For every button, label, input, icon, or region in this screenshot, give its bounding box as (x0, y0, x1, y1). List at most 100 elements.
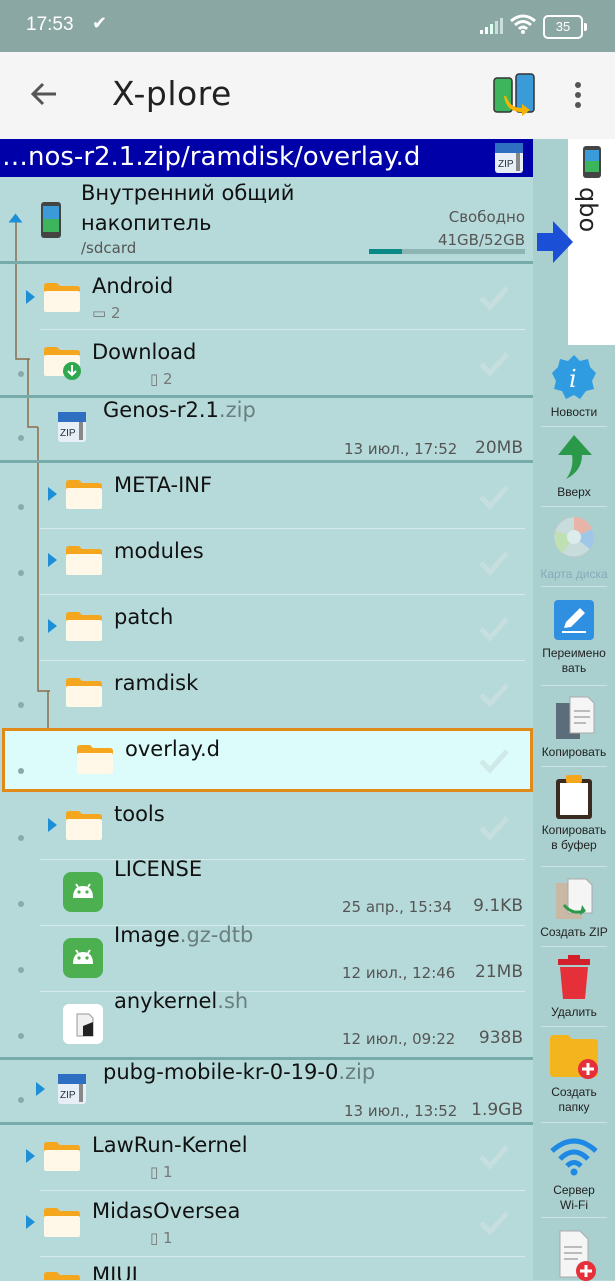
folder-row-meta-inf[interactable]: META-INF (0, 463, 533, 529)
tool-new-file[interactable] (533, 1225, 615, 1281)
dual-pane-icon[interactable] (492, 72, 536, 120)
archive-row-pubg[interactable]: ZIP pubg-mobile-kr-0-19-0.zip 13 июл., 1… (0, 1060, 533, 1122)
folder-icon (44, 1272, 80, 1280)
tool-up[interactable]: Вверх (533, 431, 615, 505)
tool-delete[interactable]: Удалить (533, 951, 615, 1025)
expand-arrow-icon[interactable] (36, 1082, 45, 1096)
item-size: 938B (478, 1028, 523, 1048)
tool-separator (541, 866, 607, 867)
item-name: META-INF (114, 473, 213, 497)
item-size: 1.9GB (471, 1100, 523, 1120)
wifi-server-icon (550, 1138, 598, 1176)
item-date: 25 апр., 15:34 (342, 898, 452, 916)
current-path: …nos-r2.1.zip/ramdisk/overlay.d (2, 142, 421, 172)
item-name: patch (114, 605, 174, 629)
battery-indicator: 35 (543, 15, 587, 39)
tool-copy[interactable]: Копировать (533, 691, 615, 765)
checkmark-icon[interactable] (477, 280, 511, 314)
tool-separator (541, 1217, 607, 1218)
item-name: modules (114, 539, 204, 563)
leaf-dot (18, 371, 24, 377)
tool-separator (541, 1026, 607, 1027)
tool-label: Копировать в буфер (541, 823, 607, 852)
tool-label: Сервер Wi-Fi (553, 1183, 595, 1212)
item-name: anykernel.sh (114, 989, 249, 1013)
folder-row-midasoversea[interactable]: MidasOversea ▯ 1 (0, 1191, 533, 1257)
up-arrow-icon (558, 435, 592, 479)
tool-label: Создать папку (551, 1085, 597, 1114)
item-name: Download (92, 340, 197, 364)
expand-arrow-icon[interactable] (48, 619, 57, 633)
storage-path: /sdcard (81, 239, 137, 257)
folder-row-modules[interactable]: modules (0, 529, 533, 595)
more-menu-icon[interactable] (568, 80, 588, 110)
folder-row-ramdisk[interactable]: ramdisk (0, 661, 533, 727)
checkmark-icon[interactable] (477, 611, 511, 645)
leaf-dot (18, 504, 24, 510)
checkmark-icon[interactable] (477, 346, 511, 380)
android-file-icon (63, 872, 103, 912)
file-row-image[interactable]: Image.gz-dtb 12 июл., 12:46 21MB (0, 923, 533, 992)
app-title: X-plore (112, 74, 232, 113)
file-row-license[interactable]: LICENSE 25 апр., 15:34 9.1KB (0, 857, 533, 926)
storage-row[interactable]: Внутренний общий накопитель /sdcard Своб… (0, 177, 533, 261)
leaf-dot (18, 702, 24, 708)
leaf-dot (18, 901, 24, 907)
expand-arrow-icon[interactable] (48, 487, 57, 501)
item-name: Genos-r2.1.zip (103, 398, 256, 422)
expand-arrow-icon[interactable] (48, 818, 57, 832)
storage-usage-bar (369, 249, 525, 254)
tool-label: Создать ZIP (540, 925, 608, 939)
item-count: ▯ 1 (150, 1163, 173, 1181)
file-row-anykernel[interactable]: anykernel.sh 12 июл., 09:22 938B (0, 989, 533, 1058)
tool-rename[interactable]: Переимено вать (533, 594, 615, 684)
tool-create-zip[interactable]: Создать ZIP (533, 871, 615, 945)
phone-storage-icon (41, 202, 61, 238)
checkmark-icon[interactable] (477, 743, 511, 777)
tool-create-folder[interactable]: Создать папку (533, 1031, 615, 1121)
checkmark-icon[interactable] (477, 479, 511, 513)
folder-row-android[interactable]: Android ▭ 2 (0, 264, 533, 330)
file-tree: Внутренний общий накопитель /sdcard Своб… (0, 177, 533, 1280)
tool-separator (541, 685, 607, 686)
folder-row-download[interactable]: Download ▯ 2 (0, 330, 533, 396)
checkmark-icon[interactable] (477, 677, 511, 711)
leaf-dot (18, 1097, 24, 1103)
checkmark-icon[interactable] (477, 1205, 511, 1239)
item-date: 13 июл., 13:52 (344, 1102, 458, 1120)
tool-news[interactable]: i Новости (533, 349, 615, 425)
folder-row-miui[interactable]: MIUI (0, 1257, 533, 1280)
folder-row-overlay-d[interactable]: overlay.d (0, 727, 533, 791)
tool-copy-clipboard[interactable]: Копировать в буфер (533, 771, 615, 861)
switch-pane-arrow-icon[interactable] (537, 219, 573, 265)
item-name: Image.gz-dtb (114, 923, 254, 947)
expand-arrow-icon[interactable] (26, 1215, 35, 1229)
folder-row-patch[interactable]: patch (0, 595, 533, 661)
checkmark-icon[interactable] (477, 810, 511, 844)
folder-icon (66, 546, 102, 575)
svg-text:ZIP: ZIP (498, 159, 514, 170)
archive-row-genos[interactable]: ZIP Genos-r2.1.zip 13 июл., 17:52 20MB (0, 398, 533, 460)
item-size: 9.1KB (473, 896, 523, 916)
item-size: 20MB (475, 438, 523, 458)
tool-label: Карта диска (540, 567, 608, 581)
expand-arrow-icon[interactable] (48, 553, 57, 567)
storage-free-value: 41GB/52GB (437, 231, 525, 249)
info-icon: i (552, 355, 596, 399)
checkmark-icon[interactable] (477, 1139, 511, 1173)
tool-disk-map[interactable]: Карта диска (533, 511, 615, 585)
folder-row-tools[interactable]: tools (0, 794, 533, 860)
path-bar[interactable]: …nos-r2.1.zip/ramdisk/overlay.d ZIP (0, 139, 533, 177)
checkmark-icon[interactable] (477, 545, 511, 579)
back-arrow-icon[interactable] (28, 78, 60, 110)
expand-arrow-icon[interactable] (26, 290, 35, 304)
item-date: 12 июл., 09:22 (342, 1030, 456, 1048)
item-size: 21MB (475, 962, 523, 982)
expand-arrow-icon[interactable] (26, 1149, 35, 1163)
right-pane-preview[interactable]: qbo (568, 139, 615, 345)
folder-row-lawrun-kernel[interactable]: LawRun-Kernel ▯ 1 (0, 1125, 533, 1191)
download-folder-icon (44, 347, 81, 380)
tool-wifi-server[interactable]: Сервер Wi-Fi (533, 1129, 615, 1215)
item-name: Android (92, 274, 174, 298)
expand-arrow-icon[interactable] (8, 213, 23, 223)
